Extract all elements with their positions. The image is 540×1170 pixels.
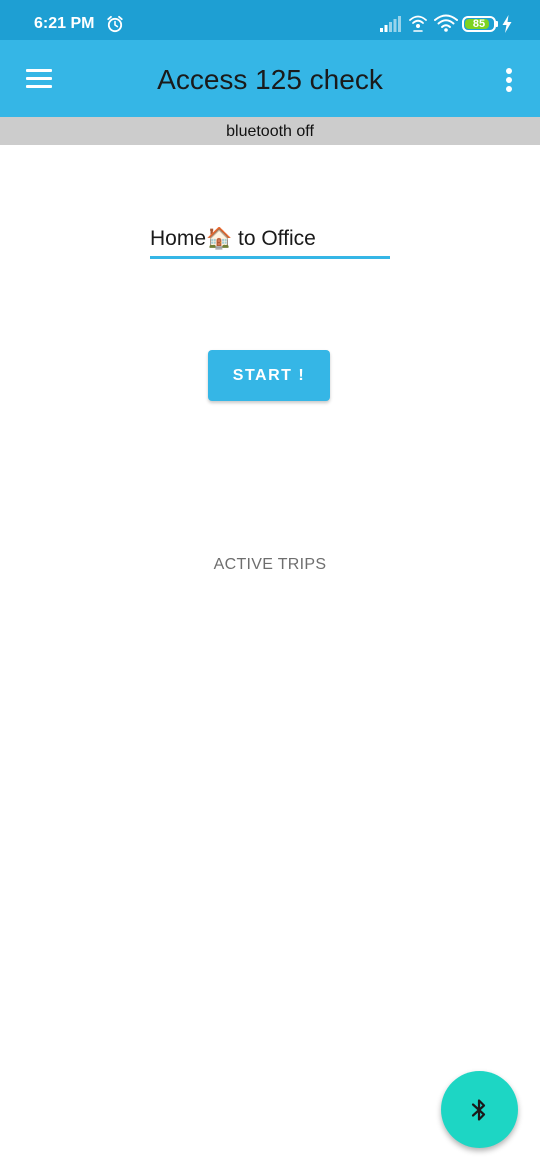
hotspot-icon bbox=[409, 15, 427, 32]
charging-icon bbox=[502, 15, 512, 33]
bluetooth-icon bbox=[471, 1099, 486, 1121]
trip-name-input[interactable] bbox=[150, 222, 390, 256]
battery-icon: 85 bbox=[462, 16, 496, 32]
start-button[interactable]: START ! bbox=[208, 350, 330, 401]
battery-level: 85 bbox=[472, 18, 486, 30]
hamburger-menu-icon[interactable] bbox=[22, 62, 56, 96]
status-bar: 6:21 PM 85 bbox=[0, 0, 540, 40]
active-trips-label: ACTIVE TRIPS bbox=[213, 556, 327, 573]
battery-tip bbox=[496, 21, 498, 27]
wifi-icon bbox=[434, 14, 458, 32]
alarm-icon bbox=[107, 15, 123, 33]
bluetooth-status-banner: bluetooth off bbox=[0, 117, 540, 145]
cell-signal-icon bbox=[380, 16, 401, 32]
trip-name-field bbox=[150, 222, 390, 260]
status-time: 6:21 PM bbox=[34, 15, 95, 32]
more-vert-icon[interactable] bbox=[496, 64, 524, 96]
trip-input-underline bbox=[150, 256, 390, 259]
app-bar: Access 125 check bbox=[0, 40, 540, 117]
app-title: Access 125 check bbox=[157, 64, 383, 95]
bluetooth-fab[interactable] bbox=[441, 1071, 518, 1148]
